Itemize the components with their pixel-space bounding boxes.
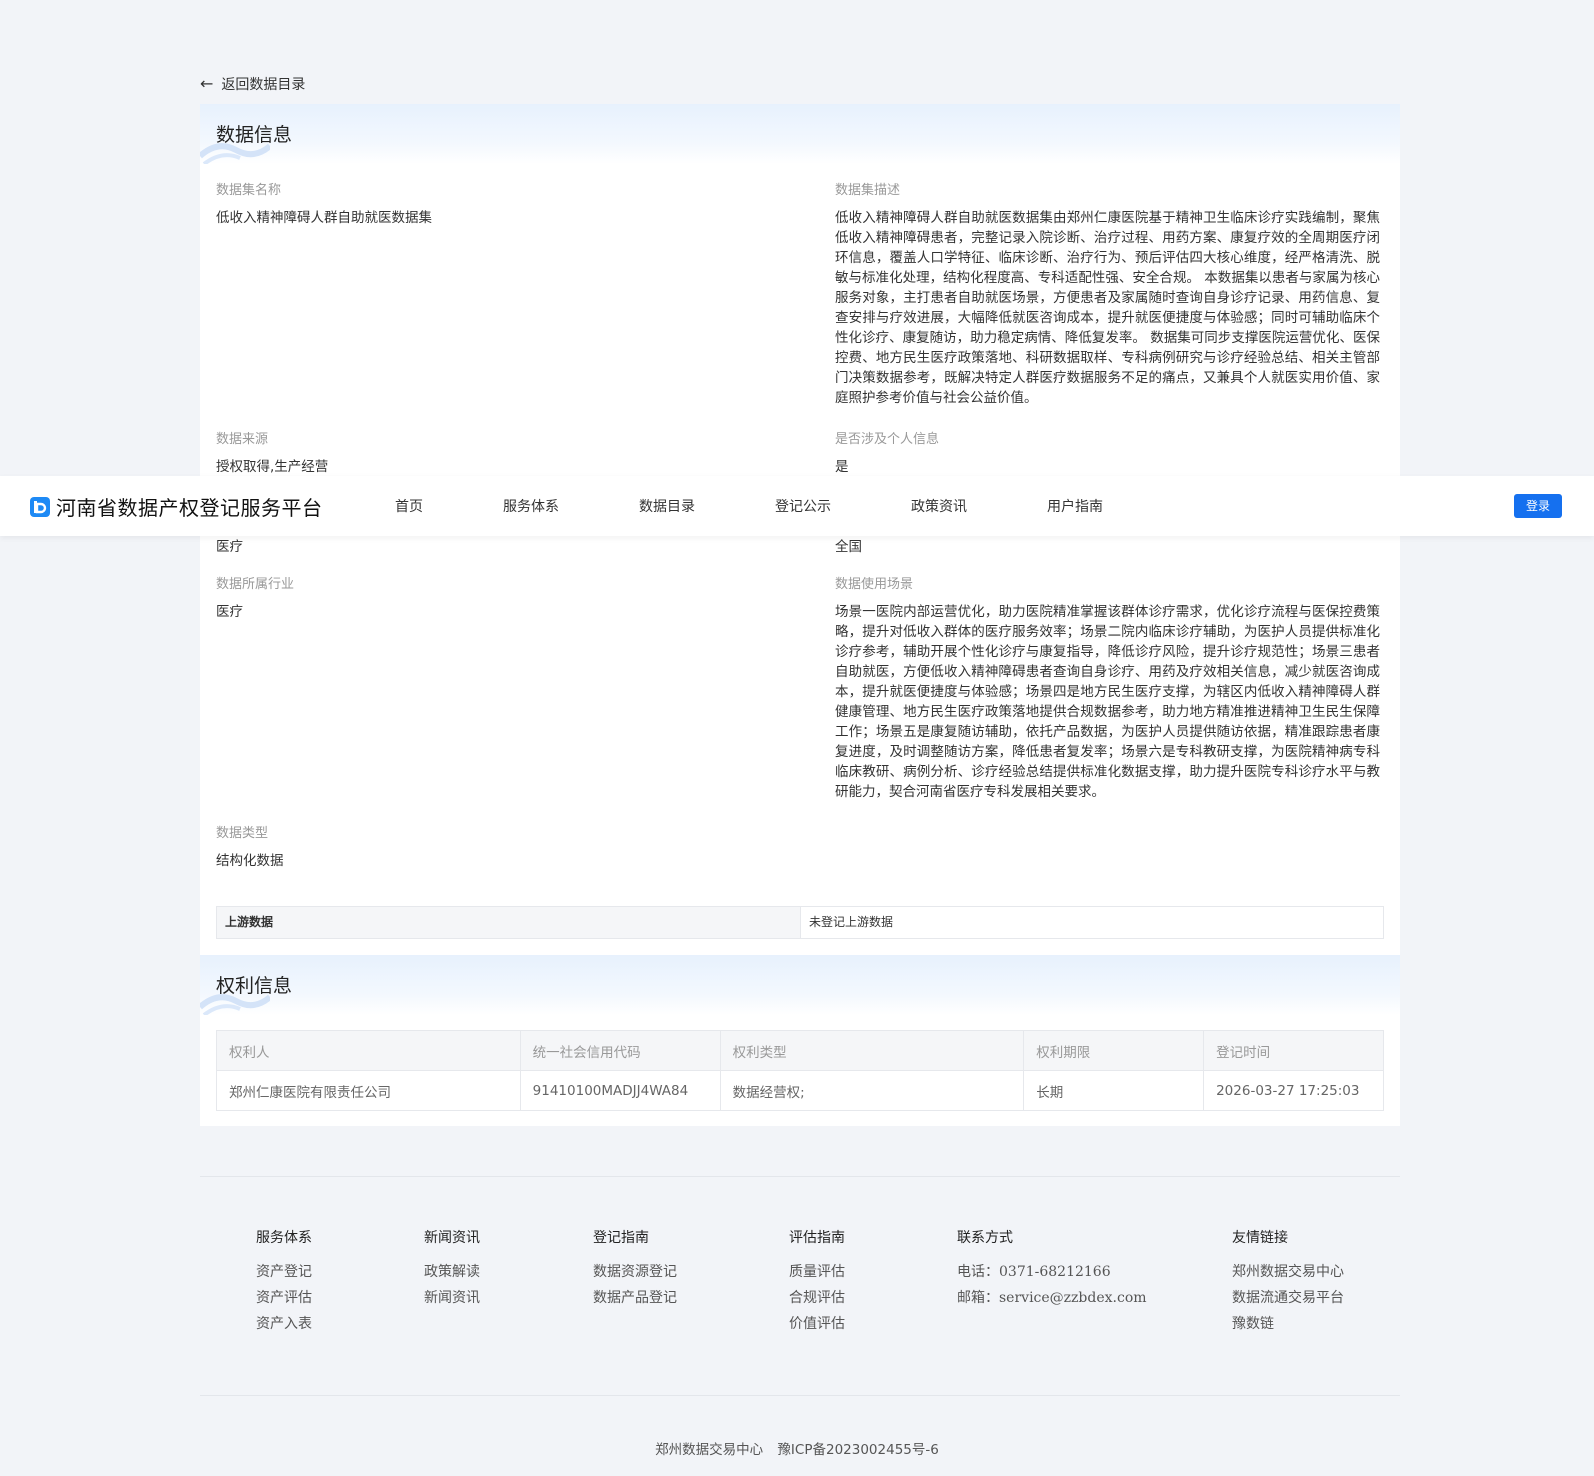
footer-evaluation: 评估指南 质量评估 合规评估 价值评估 [789,1228,845,1340]
field-value: 医疗 [216,604,243,620]
rights-info-header: 权利信息 [200,955,1400,1015]
field-label: 数据使用场景 [835,577,914,592]
footer-link[interactable]: 合规评估 [789,1288,845,1308]
nav-item-catalog[interactable]: 数据目录 [639,496,695,516]
upstream-data-row: 上游数据 未登记上游数据 [216,906,1384,939]
back-label: 返回数据目录 [221,77,306,93]
footer-links: 友情链接 郑州数据交易中心 数据流通交易平台 豫数链 [1232,1228,1344,1340]
field-label: 是否涉及个人信息 [835,432,940,447]
footer-link[interactable]: 资产评估 [256,1288,312,1308]
field-value: 结构化数据 [216,853,284,869]
field-label: 数据来源 [216,432,269,447]
field-value: 低收入精神障碍人群自助就医数据集由郑州仁康医院基于精神卫生临床诊疗实践编制，聚焦… [835,210,1380,406]
field-label: 数据类型 [216,826,269,841]
rights-info-title: 权利信息 [216,975,293,997]
arrow-left-icon: ← [200,74,214,93]
column-header: 统一社会信用代码 [519,1030,721,1071]
footer-registration: 登记指南 数据资源登记 数据产品登记 [593,1228,677,1314]
personal-info-field: 是否涉及个人信息 是 [835,431,1380,477]
footer-link[interactable]: 资产入表 [256,1314,312,1334]
footer-link[interactable]: 郑州数据交易中心 [1232,1262,1344,1282]
data-info-title: 数据信息 [216,124,293,146]
table-cell: 数据经营权; [719,1070,1025,1111]
footer-heading: 友情链接 [1232,1230,1288,1246]
nav-item-policy[interactable]: 政策资讯 [911,496,967,516]
upstream-value: 未登记上游数据 [809,915,894,929]
upstream-label: 上游数据 [217,907,801,938]
footer-news: 新闻资讯 政策解读 新闻资讯 [424,1228,480,1314]
field-value: 授权取得,生产经营 [216,459,329,475]
footer-link[interactable]: 质量评估 [789,1262,845,1282]
footer-services: 服务体系 资产登记 资产评估 资产入表 [256,1228,312,1340]
field-value: 场景一医院内部运营优化，助力医院精准掌握该群体诊疗需求，优化诊疗流程与医保控费策… [835,604,1380,800]
field-label: 数据所属行业 [216,577,295,592]
brand-name: 河南省数据产权登记服务平台 [56,496,323,520]
data-info-header: 数据信息 [200,104,1400,164]
field-value: 是 [835,459,849,475]
column-header: 登记时间 [1203,1030,1384,1071]
footer-link[interactable]: 数据资源登记 [593,1262,677,1282]
footer-link[interactable]: 价值评估 [789,1314,845,1334]
nav-item-registration[interactable]: 登记公示 [775,496,831,516]
detail-card: 数据信息 数据集名称 低收入精神障碍人群自助就医数据集 数据集描述 低收入精神障… [200,104,1400,1126]
top-navbar: 河南省数据产权登记服务平台 首页 服务体系 数据目录 登记公示 政策资讯 用户指… [0,476,1594,536]
icp-number[interactable]: 豫ICP备2023002455号-6 [777,1442,938,1458]
data-source-field: 数据来源 授权取得,生产经营 [216,431,796,477]
rights-table: 权利人 统一社会信用代码 权利类型 权利期限 登记时间 郑州仁康医院有限责任公司… [216,1030,1384,1111]
field-value: 医疗 [216,539,243,555]
footer-link[interactable]: 豫数链 [1232,1314,1344,1334]
column-header: 权利期限 [1023,1030,1205,1071]
footer-heading: 新闻资讯 [424,1230,480,1246]
footer-divider [200,1176,1400,1177]
data-type-field: 数据类型 结构化数据 [216,825,796,871]
contact-email: 邮箱：service@zzbdex.com [957,1290,1147,1306]
footer-link[interactable]: 数据产品登记 [593,1288,677,1308]
field-value: 全国 [835,539,862,555]
footer-bottom-divider [200,1395,1400,1396]
table-cell: 91410100MADJJ4WA84 [519,1070,721,1111]
table-header-row: 权利人 统一社会信用代码 权利类型 权利期限 登记时间 [216,1030,1384,1071]
nav-item-services[interactable]: 服务体系 [503,496,559,516]
scenario-field: 数据使用场景 场景一医院内部运营优化，助力医院精准掌握该群体诊疗需求，优化诊疗流… [835,576,1380,802]
footer-link[interactable]: 数据流通交易平台 [1232,1288,1344,1308]
logo-mark-icon [30,496,50,517]
column-header: 权利人 [216,1030,521,1071]
table-cell: 长期 [1023,1070,1205,1111]
copyright-org: 郑州数据交易中心 [655,1442,764,1458]
footer-heading: 服务体系 [256,1230,312,1246]
field-label: 数据集名称 [216,183,282,198]
dataset-name-field: 数据集名称 低收入精神障碍人群自助就医数据集 [216,182,796,228]
brand-logo[interactable]: 河南省数据产权登记服务平台 [30,492,323,521]
footer-link[interactable]: 政策解读 [424,1262,480,1282]
footer-heading: 登记指南 [593,1230,649,1246]
contact-phone: 电话：0371-68212166 [957,1264,1111,1280]
table-row: 郑州仁康医院有限责任公司 91410100MADJJ4WA84 数据经营权; 长… [216,1070,1384,1111]
nav-item-home[interactable]: 首页 [395,496,423,516]
table-cell: 2026-03-27 17:25:03 [1203,1070,1384,1111]
footer-link[interactable]: 资产登记 [256,1262,312,1282]
login-button[interactable]: 登录 [1514,494,1562,518]
footer-link[interactable]: 新闻资讯 [424,1288,480,1308]
footer-contact: 联系方式 电话：0371-68212166 邮箱：service@zzbdex.… [957,1228,1147,1314]
footer-heading: 联系方式 [957,1230,1013,1246]
field-value: 低收入精神障碍人群自助就医数据集 [216,210,432,226]
field-label: 数据集描述 [835,183,901,198]
column-header: 权利类型 [719,1030,1025,1071]
copyright-line: 郑州数据交易中心 豫ICP备2023002455号-6 [0,1438,1594,1458]
dataset-desc-field: 数据集描述 低收入精神障碍人群自助就医数据集由郑州仁康医院基于精神卫生临床诊疗实… [835,182,1380,408]
footer-heading: 评估指南 [789,1230,845,1246]
nav-item-guide[interactable]: 用户指南 [1047,496,1103,516]
table-cell: 郑州仁康医院有限责任公司 [216,1070,521,1111]
back-to-catalog-link[interactable]: ← 返回数据目录 [200,74,305,94]
industry-field: 数据所属行业 医疗 [216,576,796,622]
